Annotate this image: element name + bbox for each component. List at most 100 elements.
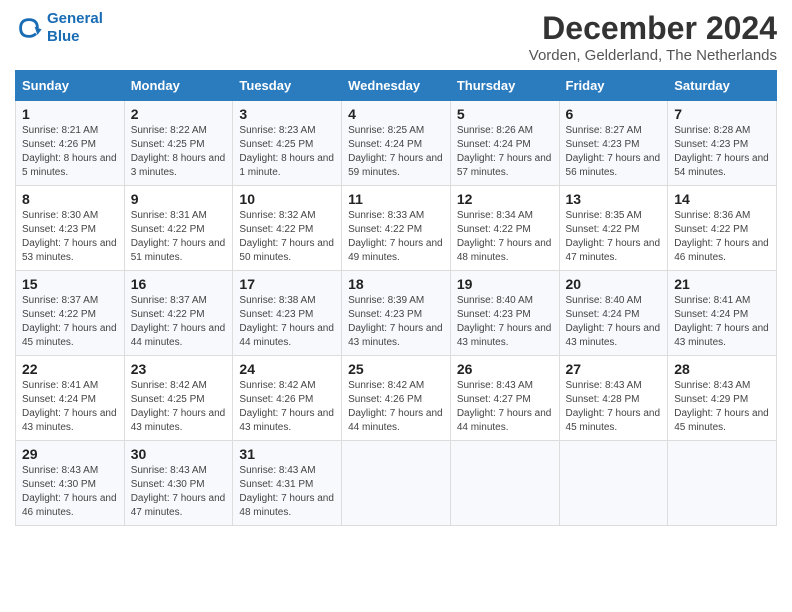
table-row: 15 Sunrise: 8:37 AM Sunset: 4:22 PM Dayl… (16, 271, 125, 356)
table-row: 23 Sunrise: 8:42 AM Sunset: 4:25 PM Dayl… (124, 356, 233, 441)
table-row: 16 Sunrise: 8:37 AM Sunset: 4:22 PM Dayl… (124, 271, 233, 356)
day-info: Sunrise: 8:40 AM Sunset: 4:24 PM Dayligh… (566, 294, 662, 350)
day-number: 23 (131, 361, 227, 377)
table-row: 4 Sunrise: 8:25 AM Sunset: 4:24 PM Dayli… (342, 101, 451, 186)
table-row: 18 Sunrise: 8:39 AM Sunset: 4:23 PM Dayl… (342, 271, 451, 356)
day-info: Sunrise: 8:43 AM Sunset: 4:30 PM Dayligh… (22, 464, 118, 520)
day-number: 20 (566, 276, 662, 292)
day-number: 25 (348, 361, 444, 377)
calendar-week: 29 Sunrise: 8:43 AM Sunset: 4:30 PM Dayl… (16, 441, 777, 526)
col-saturday: Saturday (668, 71, 777, 101)
table-row: 27 Sunrise: 8:43 AM Sunset: 4:28 PM Dayl… (559, 356, 668, 441)
day-info: Sunrise: 8:21 AM Sunset: 4:26 PM Dayligh… (22, 124, 118, 180)
calendar-week: 8 Sunrise: 8:30 AM Sunset: 4:23 PM Dayli… (16, 186, 777, 271)
day-number: 28 (674, 361, 770, 377)
calendar-table: Sunday Monday Tuesday Wednesday Thursday… (15, 70, 777, 526)
day-number: 1 (22, 106, 118, 122)
table-row: 28 Sunrise: 8:43 AM Sunset: 4:29 PM Dayl… (668, 356, 777, 441)
day-number: 18 (348, 276, 444, 292)
day-info: Sunrise: 8:31 AM Sunset: 4:22 PM Dayligh… (131, 209, 227, 265)
empty-cell (668, 441, 777, 526)
table-row: 12 Sunrise: 8:34 AM Sunset: 4:22 PM Dayl… (450, 186, 559, 271)
day-info: Sunrise: 8:42 AM Sunset: 4:26 PM Dayligh… (239, 379, 335, 435)
table-row: 6 Sunrise: 8:27 AM Sunset: 4:23 PM Dayli… (559, 101, 668, 186)
day-info: Sunrise: 8:30 AM Sunset: 4:23 PM Dayligh… (22, 209, 118, 265)
day-number: 30 (131, 446, 227, 462)
table-row: 17 Sunrise: 8:38 AM Sunset: 4:23 PM Dayl… (233, 271, 342, 356)
day-number: 12 (457, 191, 553, 207)
day-number: 2 (131, 106, 227, 122)
table-row: 14 Sunrise: 8:36 AM Sunset: 4:22 PM Dayl… (668, 186, 777, 271)
calendar-week: 1 Sunrise: 8:21 AM Sunset: 4:26 PM Dayli… (16, 101, 777, 186)
day-number: 5 (457, 106, 553, 122)
logo-text: General Blue (47, 10, 103, 46)
day-info: Sunrise: 8:41 AM Sunset: 4:24 PM Dayligh… (674, 294, 770, 350)
table-row: 9 Sunrise: 8:31 AM Sunset: 4:22 PM Dayli… (124, 186, 233, 271)
day-info: Sunrise: 8:33 AM Sunset: 4:22 PM Dayligh… (348, 209, 444, 265)
calendar-week: 15 Sunrise: 8:37 AM Sunset: 4:22 PM Dayl… (16, 271, 777, 356)
table-row: 3 Sunrise: 8:23 AM Sunset: 4:25 PM Dayli… (233, 101, 342, 186)
table-row: 5 Sunrise: 8:26 AM Sunset: 4:24 PM Dayli… (450, 101, 559, 186)
day-number: 19 (457, 276, 553, 292)
col-sunday: Sunday (16, 71, 125, 101)
table-row: 25 Sunrise: 8:42 AM Sunset: 4:26 PM Dayl… (342, 356, 451, 441)
day-info: Sunrise: 8:40 AM Sunset: 4:23 PM Dayligh… (457, 294, 553, 350)
day-number: 31 (239, 446, 335, 462)
month-title: December 2024 (529, 10, 777, 47)
day-info: Sunrise: 8:37 AM Sunset: 4:22 PM Dayligh… (131, 294, 227, 350)
day-number: 24 (239, 361, 335, 377)
table-row: 29 Sunrise: 8:43 AM Sunset: 4:30 PM Dayl… (16, 441, 125, 526)
location: Vorden, Gelderland, The Netherlands (529, 47, 777, 64)
day-info: Sunrise: 8:42 AM Sunset: 4:25 PM Dayligh… (131, 379, 227, 435)
day-number: 10 (239, 191, 335, 207)
day-number: 3 (239, 106, 335, 122)
logo: General Blue (15, 10, 103, 46)
day-info: Sunrise: 8:42 AM Sunset: 4:26 PM Dayligh… (348, 379, 444, 435)
day-info: Sunrise: 8:37 AM Sunset: 4:22 PM Dayligh… (22, 294, 118, 350)
table-row: 11 Sunrise: 8:33 AM Sunset: 4:22 PM Dayl… (342, 186, 451, 271)
table-row: 1 Sunrise: 8:21 AM Sunset: 4:26 PM Dayli… (16, 101, 125, 186)
day-info: Sunrise: 8:43 AM Sunset: 4:29 PM Dayligh… (674, 379, 770, 435)
page-header: General Blue December 2024 Vorden, Gelde… (15, 10, 777, 64)
day-info: Sunrise: 8:32 AM Sunset: 4:22 PM Dayligh… (239, 209, 335, 265)
calendar-week: 22 Sunrise: 8:41 AM Sunset: 4:24 PM Dayl… (16, 356, 777, 441)
col-wednesday: Wednesday (342, 71, 451, 101)
day-number: 21 (674, 276, 770, 292)
day-info: Sunrise: 8:35 AM Sunset: 4:22 PM Dayligh… (566, 209, 662, 265)
day-info: Sunrise: 8:23 AM Sunset: 4:25 PM Dayligh… (239, 124, 335, 180)
day-info: Sunrise: 8:34 AM Sunset: 4:22 PM Dayligh… (457, 209, 553, 265)
day-info: Sunrise: 8:26 AM Sunset: 4:24 PM Dayligh… (457, 124, 553, 180)
col-thursday: Thursday (450, 71, 559, 101)
table-row: 8 Sunrise: 8:30 AM Sunset: 4:23 PM Dayli… (16, 186, 125, 271)
table-row: 20 Sunrise: 8:40 AM Sunset: 4:24 PM Dayl… (559, 271, 668, 356)
table-row: 19 Sunrise: 8:40 AM Sunset: 4:23 PM Dayl… (450, 271, 559, 356)
col-friday: Friday (559, 71, 668, 101)
day-info: Sunrise: 8:27 AM Sunset: 4:23 PM Dayligh… (566, 124, 662, 180)
day-number: 26 (457, 361, 553, 377)
day-number: 16 (131, 276, 227, 292)
day-info: Sunrise: 8:38 AM Sunset: 4:23 PM Dayligh… (239, 294, 335, 350)
day-number: 7 (674, 106, 770, 122)
day-number: 13 (566, 191, 662, 207)
day-info: Sunrise: 8:39 AM Sunset: 4:23 PM Dayligh… (348, 294, 444, 350)
table-row: 26 Sunrise: 8:43 AM Sunset: 4:27 PM Dayl… (450, 356, 559, 441)
col-tuesday: Tuesday (233, 71, 342, 101)
table-row: 21 Sunrise: 8:41 AM Sunset: 4:24 PM Dayl… (668, 271, 777, 356)
empty-cell (559, 441, 668, 526)
day-info: Sunrise: 8:43 AM Sunset: 4:28 PM Dayligh… (566, 379, 662, 435)
table-row: 31 Sunrise: 8:43 AM Sunset: 4:31 PM Dayl… (233, 441, 342, 526)
table-row: 2 Sunrise: 8:22 AM Sunset: 4:25 PM Dayli… (124, 101, 233, 186)
calendar-body: 1 Sunrise: 8:21 AM Sunset: 4:26 PM Dayli… (16, 101, 777, 526)
empty-cell (342, 441, 451, 526)
logo-icon (15, 14, 43, 42)
empty-cell (450, 441, 559, 526)
day-info: Sunrise: 8:36 AM Sunset: 4:22 PM Dayligh… (674, 209, 770, 265)
day-info: Sunrise: 8:22 AM Sunset: 4:25 PM Dayligh… (131, 124, 227, 180)
day-info: Sunrise: 8:25 AM Sunset: 4:24 PM Dayligh… (348, 124, 444, 180)
table-row: 22 Sunrise: 8:41 AM Sunset: 4:24 PM Dayl… (16, 356, 125, 441)
col-monday: Monday (124, 71, 233, 101)
table-row: 24 Sunrise: 8:42 AM Sunset: 4:26 PM Dayl… (233, 356, 342, 441)
table-row: 30 Sunrise: 8:43 AM Sunset: 4:30 PM Dayl… (124, 441, 233, 526)
table-row: 10 Sunrise: 8:32 AM Sunset: 4:22 PM Dayl… (233, 186, 342, 271)
day-number: 6 (566, 106, 662, 122)
